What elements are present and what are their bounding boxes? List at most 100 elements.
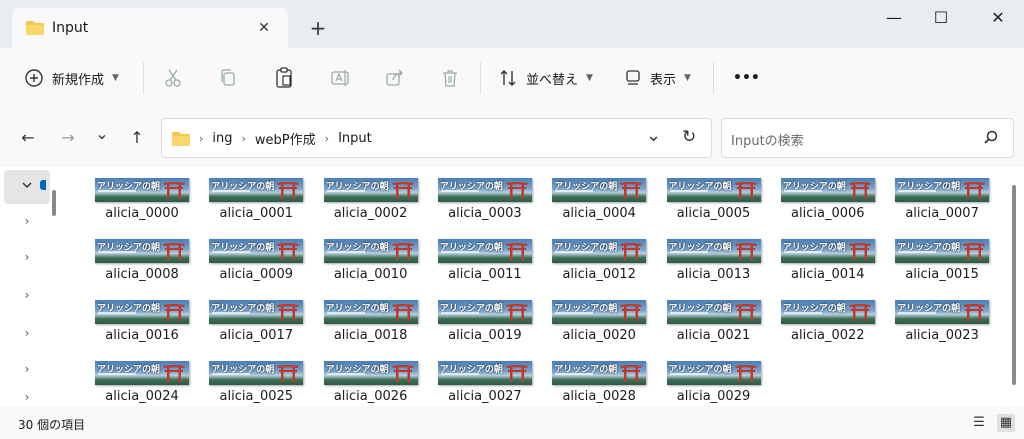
refresh-button[interactable]: ↻ [682, 127, 696, 147]
file-item[interactable]: アリッシアの朝 alicia_0001 [204, 178, 308, 232]
content-scrollbar[interactable] [1012, 185, 1016, 385]
file-name: alicia_0001 [219, 206, 294, 221]
status-bar: 30 個の項目 ☰ ▦ [0, 406, 1024, 439]
image-thumbnail: アリッシアの朝 [666, 178, 761, 202]
breadcrumb-item[interactable]: ing [212, 131, 232, 146]
thumbnail-subtitle-line [212, 312, 251, 314]
address-bar[interactable]: › ing › webP作成 › Input ⌄ ↻ [161, 118, 712, 158]
file-item[interactable]: アリッシアの朝 alicia_0009 [204, 239, 308, 293]
copy-button[interactable] [218, 62, 238, 94]
thumbnail-subtitle-line [98, 312, 136, 314]
torii-icon [620, 243, 643, 260]
file-item[interactable]: アリッシアの朝 alicia_0010 [319, 239, 423, 293]
breadcrumb-item[interactable]: webP作成 [255, 129, 316, 148]
paste-button[interactable] [274, 62, 294, 94]
torii-icon [391, 304, 414, 321]
file-name: alicia_0004 [562, 206, 636, 221]
file-item[interactable]: アリッシアの朝 alicia_0019 [433, 300, 537, 354]
file-item[interactable]: アリッシアの朝 alicia_0003 [433, 178, 537, 232]
new-tab-button[interactable]: + [306, 16, 330, 40]
file-item[interactable]: アリッシアの朝 alicia_0002 [319, 178, 423, 232]
trash-icon [443, 70, 457, 87]
file-name: alicia_0018 [333, 328, 408, 343]
image-thumbnail: アリッシアの朝 [209, 178, 304, 202]
new-button[interactable]: 新規作成 ▼ [24, 62, 119, 94]
thumbnail-view-button[interactable]: ▦ [997, 414, 1015, 432]
file-name: alicia_0007 [905, 206, 979, 221]
close-tab-icon[interactable]: ✕ [254, 18, 274, 38]
nav-chevron-icon[interactable]: › [4, 204, 50, 238]
folder-icon [172, 131, 190, 146]
close-window-button[interactable]: ✕ [978, 6, 1018, 30]
file-name: alicia_0003 [448, 206, 522, 221]
image-thumbnail: アリッシアの朝 [95, 300, 189, 324]
copy-icon [221, 69, 235, 86]
file-item[interactable]: アリッシアの朝 alicia_0008 [90, 239, 194, 293]
image-thumbnail: アリッシアの朝 [209, 361, 304, 385]
nav-chevron-icon[interactable]: › [4, 388, 50, 406]
nav-chevron-icon[interactable]: › [4, 278, 50, 312]
search-icon [983, 129, 999, 149]
item-count: 30 個の項目 [18, 418, 86, 432]
torii-icon [505, 182, 528, 199]
breadcrumb-item[interactable]: Input [338, 131, 372, 146]
nav-chevron-icon[interactable]: › [4, 240, 50, 274]
image-thumbnail: アリッシアの朝 [895, 239, 990, 263]
file-name: alicia_0010 [333, 267, 408, 282]
rename-button[interactable] [330, 62, 350, 94]
thumbnail-subtitle-line [98, 373, 136, 375]
torii-icon [277, 365, 300, 382]
thumbnail-subtitle-line [555, 251, 594, 253]
back-button[interactable]: ← [16, 128, 40, 148]
file-name: alicia_0025 [219, 389, 294, 404]
file-item[interactable]: アリッシアの朝 alicia_0016 [90, 300, 194, 354]
thumbnail-subtitle-line [555, 373, 594, 375]
image-thumbnail: アリッシアの朝 [666, 361, 761, 385]
cut-button[interactable] [163, 62, 183, 94]
file-item[interactable]: アリッシアの朝 alicia_0000 [90, 178, 194, 232]
image-thumbnail: アリッシアの朝 [323, 361, 418, 385]
delete-button[interactable] [440, 62, 460, 94]
file-item[interactable]: アリッシアの朝 alicia_0022 [776, 300, 880, 354]
image-thumbnail: アリッシアの朝 [209, 300, 304, 324]
file-item[interactable]: アリッシアの朝 alicia_0006 [776, 178, 880, 232]
nav-chevron-icon[interactable]: › [4, 352, 50, 386]
image-thumbnail: アリッシアの朝 [437, 239, 532, 263]
image-thumbnail: アリッシアの朝 [323, 178, 418, 202]
tab-input[interactable]: Input ✕ [12, 8, 288, 48]
file-item[interactable]: アリッシアの朝 alicia_0023 [890, 300, 994, 354]
search-box[interactable]: Inputの検索 [721, 118, 1014, 158]
file-item[interactable]: アリッシアの朝 alicia_0015 [890, 239, 994, 293]
file-item[interactable]: アリッシアの朝 alicia_0012 [547, 239, 651, 293]
address-dropdown-button[interactable]: ⌄ [646, 125, 661, 146]
view-button[interactable]: 表示 ▼ [624, 62, 691, 94]
nav-chevron-icon[interactable]: › [4, 316, 50, 350]
sort-button-label: 並べ替え [526, 72, 579, 88]
file-item[interactable]: アリッシアの朝 alicia_0014 [776, 239, 880, 293]
nav-selection-marker [40, 180, 46, 190]
sort-button[interactable]: 並べ替え ▼ [498, 62, 593, 94]
forward-button[interactable]: → [56, 128, 80, 148]
file-item[interactable]: アリッシアの朝 alicia_0004 [547, 178, 651, 232]
details-view-button[interactable]: ☰ [970, 414, 988, 432]
file-item[interactable]: アリッシアの朝 alicia_0020 [547, 300, 651, 354]
nav-scrollbar[interactable] [52, 190, 56, 216]
file-item[interactable]: アリッシアの朝 alicia_0011 [433, 239, 537, 293]
torii-icon [277, 304, 300, 321]
file-item[interactable]: アリッシアの朝 alicia_0021 [662, 300, 766, 354]
more-options-button[interactable]: ••• [733, 62, 760, 94]
file-item[interactable]: アリッシアの朝 alicia_0017 [204, 300, 308, 354]
recent-locations-button[interactable]: ⌄ [90, 124, 114, 144]
file-item[interactable]: アリッシアの朝 alicia_0005 [662, 178, 766, 232]
share-button[interactable] [385, 62, 405, 94]
file-item[interactable]: アリッシアの朝 alicia_0007 [890, 178, 994, 232]
file-item[interactable]: アリッシアの朝 alicia_0018 [319, 300, 423, 354]
image-thumbnail: アリッシアの朝 [552, 361, 647, 385]
file-item[interactable]: アリッシアの朝 alicia_0013 [662, 239, 766, 293]
thumbnail-subtitle-line [212, 373, 251, 375]
thumbnail-subtitle-line [98, 251, 136, 253]
view-button-label: 表示 [650, 72, 677, 88]
minimize-button[interactable]: — [874, 6, 914, 30]
up-button[interactable]: ↑ [125, 128, 149, 148]
maximize-button[interactable]: ☐ [921, 6, 961, 30]
